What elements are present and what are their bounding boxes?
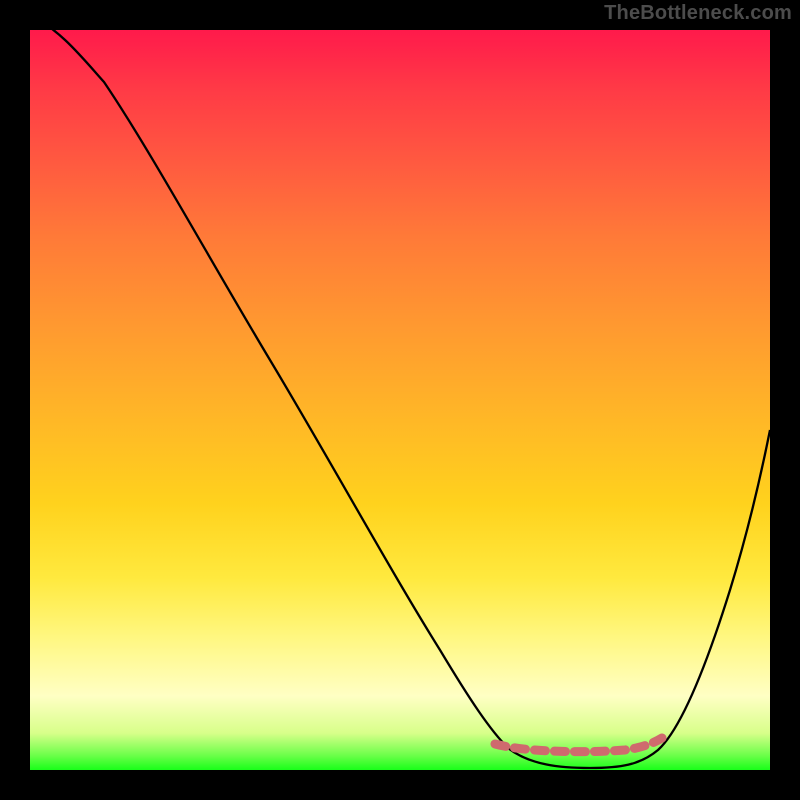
chart-container: TheBottleneck.com xyxy=(0,0,800,800)
watermark-text: TheBottleneck.com xyxy=(604,2,792,25)
plot-area xyxy=(30,30,770,770)
curve-layer xyxy=(30,30,770,770)
highlight-dash-path xyxy=(495,738,662,752)
bottleneck-curve-path xyxy=(30,30,770,768)
